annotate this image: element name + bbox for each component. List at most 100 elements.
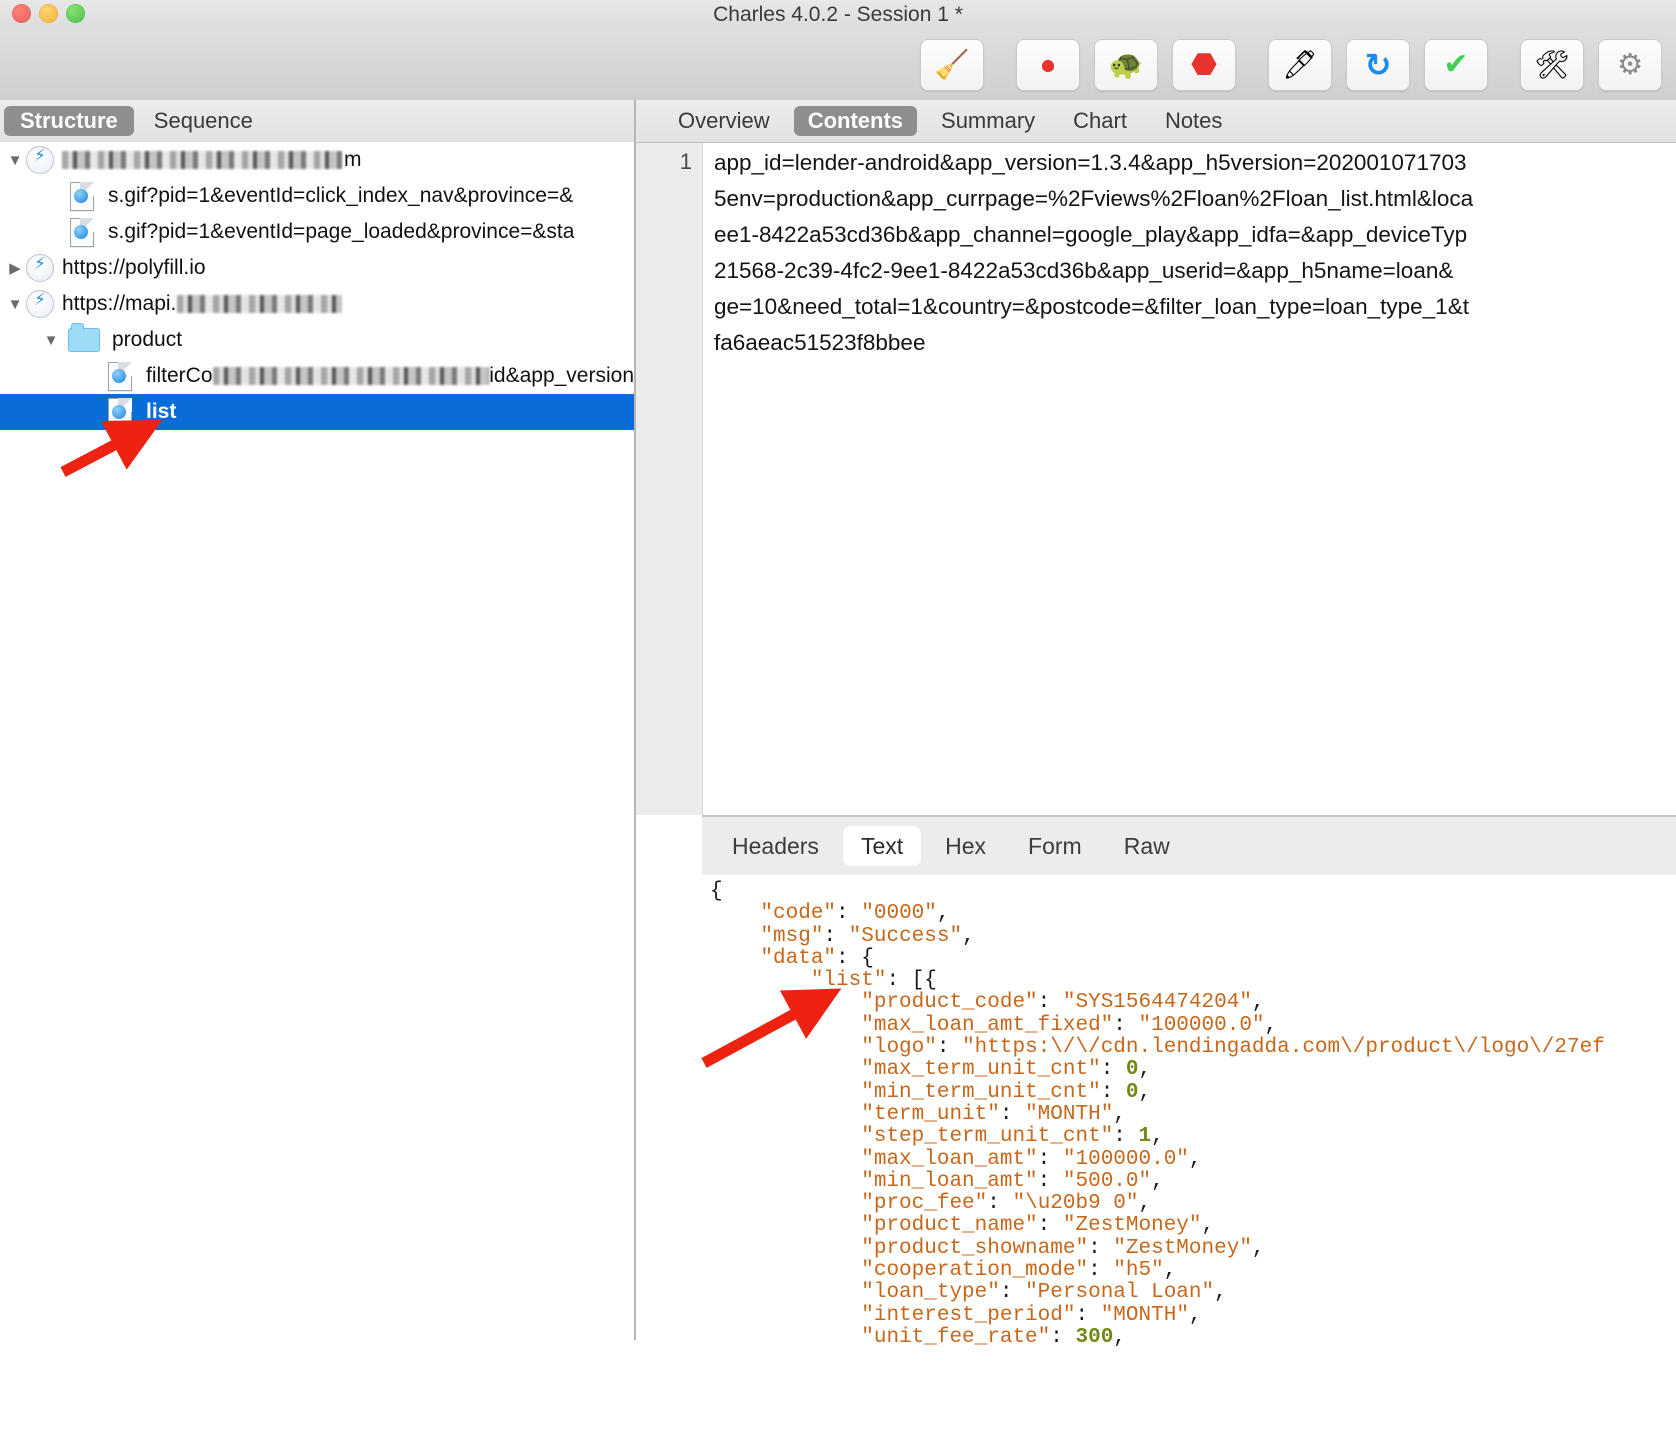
tree-item-label: s.gif?pid=1&eventId=page_loaded&province… xyxy=(108,220,575,243)
bolt-icon xyxy=(26,254,54,282)
breakpoints-button[interactable]: ⬣ xyxy=(1172,39,1236,91)
left-panel: Structure Sequence ▼ m s.gif?pid=1&event… xyxy=(0,100,638,1340)
json-token: "0000" xyxy=(861,902,937,926)
tab-contents[interactable]: Contents xyxy=(793,106,918,136)
chevron-down-icon[interactable]: ▼ xyxy=(4,152,26,169)
json-token: { xyxy=(861,946,874,970)
request-body-viewer[interactable]: 1 app_id=lender-android&app_version=1.3.… xyxy=(636,143,1676,815)
tree-item-folder-product[interactable]: ▼ product xyxy=(0,322,634,358)
tree-item-sgif-page-loaded[interactable]: s.gif?pid=1&eventId=page_loaded&province… xyxy=(0,214,634,250)
tree-item-filterconfig[interactable]: filterCo id&app_version xyxy=(0,358,634,394)
json-token: { xyxy=(710,880,723,903)
tree-item-host-redacted[interactable]: ▼ m xyxy=(0,142,634,178)
tree-item-label: filterCo xyxy=(146,364,213,387)
right-panel: Overview Contents Summary Chart Notes 1 … xyxy=(636,100,1676,1440)
json-token: "Personal Loan" xyxy=(1025,1281,1215,1305)
toolbar: 🧹 ⏺ 🐢 ⬣ 🖊 ↻ ✔ 🛠 ⚙ xyxy=(0,30,1676,101)
json-token: "max_loan_amt" xyxy=(861,1147,1038,1171)
json-line: "proc_fee": "\u20b9 0", xyxy=(710,1193,1605,1215)
json-token: "\u20b9 0" xyxy=(1012,1192,1139,1216)
tab-raw[interactable]: Raw xyxy=(1106,826,1188,866)
doc-icon xyxy=(108,361,132,391)
json-token: 0 xyxy=(1125,1080,1139,1104)
tools-icon: 🛠 xyxy=(1534,49,1570,80)
json-token: "product_code" xyxy=(861,991,1038,1015)
json-line: "interest_period": "MONTH", xyxy=(710,1304,1605,1327)
json-token: "h5" xyxy=(1113,1259,1164,1283)
response-body-viewer[interactable]: { "code": "0000", "msg": "Success", "dat… xyxy=(702,875,1676,1440)
json-token: "SYS1564474204" xyxy=(1062,991,1252,1015)
chevron-right-icon[interactable]: ▶ xyxy=(4,259,26,277)
json-token: "data" xyxy=(760,946,837,970)
tree-item-label: product xyxy=(112,328,183,351)
tab-sequence[interactable]: Sequence xyxy=(138,106,269,136)
json-token: , xyxy=(1138,1058,1152,1082)
start-stop-recording-button[interactable]: ⏺ xyxy=(1016,39,1080,91)
folder-icon xyxy=(68,323,100,352)
json-token: "proc_fee" xyxy=(861,1192,988,1216)
toolbar-group-3: 🖊 ↻ ✔ xyxy=(1268,39,1488,91)
left-tabstrip: Structure Sequence xyxy=(0,100,638,143)
clear-session-button[interactable]: 🧹 xyxy=(920,39,984,91)
tab-headers[interactable]: Headers xyxy=(714,826,837,866)
json-token: "max_term_unit_cnt" xyxy=(861,1058,1101,1082)
json-token: "step_term_unit_cnt" xyxy=(861,1125,1114,1149)
doc-icon xyxy=(70,181,94,211)
chevron-down-icon[interactable]: ▼ xyxy=(40,332,62,349)
json-line: "product_code": "SYS1564474204", xyxy=(710,992,1605,1014)
json-token: "min_loan_amt" xyxy=(861,1169,1038,1193)
json-token: : xyxy=(1113,1125,1139,1149)
tab-text[interactable]: Text xyxy=(842,826,922,866)
json-token: "cooperation_mode" xyxy=(861,1259,1089,1283)
tree-item-mapi-host[interactable]: ▼ https://mapi. xyxy=(0,286,634,322)
toolbar-groups: 🧹 ⏺ 🐢 ⬣ 🖊 ↻ ✔ 🛠 ⚙ xyxy=(920,39,1662,91)
json-line: "data": { xyxy=(710,946,1605,970)
tree-item-label-suffix: id&app_version xyxy=(489,364,634,387)
compose-button[interactable]: 🖊 xyxy=(1268,39,1332,91)
json-token: , xyxy=(1264,1013,1278,1037)
right-tabstrip: Overview Contents Summary Chart Notes xyxy=(636,100,1676,143)
json-token: "list" xyxy=(810,969,887,993)
tab-structure[interactable]: Structure xyxy=(4,106,134,136)
repeat-button[interactable]: ↻ xyxy=(1346,39,1410,91)
tab-summary[interactable]: Summary xyxy=(927,106,1049,136)
tree-item-label: list xyxy=(146,400,177,423)
tools-button[interactable]: 🛠 xyxy=(1520,39,1584,91)
redacted-text xyxy=(212,367,490,385)
chevron-down-icon[interactable]: ▼ xyxy=(4,296,26,313)
session-tree[interactable]: ▼ m s.gif?pid=1&eventId=click_index_nav&… xyxy=(0,142,634,1340)
json-token: "msg" xyxy=(760,924,824,948)
settings-button[interactable]: ⚙ xyxy=(1598,39,1662,91)
json-token: , xyxy=(1138,1080,1152,1104)
tab-form[interactable]: Form xyxy=(1010,826,1100,866)
validate-button[interactable]: ✔ xyxy=(1424,39,1488,91)
json-line: { xyxy=(710,880,1605,903)
bolt-icon xyxy=(26,146,54,174)
json-token: "unit_fee_rate" xyxy=(861,1325,1051,1349)
tab-hex[interactable]: Hex xyxy=(927,826,1004,866)
tree-item-list[interactable]: list xyxy=(0,394,634,430)
tab-overview[interactable]: Overview xyxy=(664,106,784,136)
json-token: "ZestMoney" xyxy=(1113,1236,1252,1260)
tree-item-polyfill-io[interactable]: ▶ https://polyfill.io xyxy=(0,250,634,286)
response-gutter xyxy=(636,817,703,1440)
tab-chart[interactable]: Chart xyxy=(1059,106,1141,136)
json-token: "product_name" xyxy=(861,1214,1038,1238)
json-token: "https:\/\/cdn.lendingadda.com\/product\… xyxy=(962,1036,1605,1060)
record-icon: ⏺ xyxy=(1041,50,1055,80)
json-token: "ZestMoney" xyxy=(1062,1214,1202,1238)
json-token: "min_term_unit_cnt" xyxy=(861,1080,1101,1104)
stop-octagon-icon: ⬣ xyxy=(1190,48,1218,81)
line-number: 1 xyxy=(679,149,692,174)
json-token: , xyxy=(936,902,950,926)
tree-item-sgif-click-index-nav[interactable]: s.gif?pid=1&eventId=click_index_nav&prov… xyxy=(0,178,634,214)
json-token: "max_loan_amt_fixed" xyxy=(861,1013,1114,1037)
json-line: "msg": "Success", xyxy=(710,924,1605,948)
toolbar-group-2: ⏺ 🐢 ⬣ xyxy=(1016,39,1236,91)
json-line: "cooperation_mode": "h5", xyxy=(710,1259,1605,1283)
tab-notes[interactable]: Notes xyxy=(1151,106,1236,136)
json-token: , xyxy=(1151,1125,1164,1149)
throttle-button[interactable]: 🐢 xyxy=(1094,39,1158,91)
checkmark-icon: ✔ xyxy=(1443,48,1469,81)
redacted-text xyxy=(62,151,342,169)
